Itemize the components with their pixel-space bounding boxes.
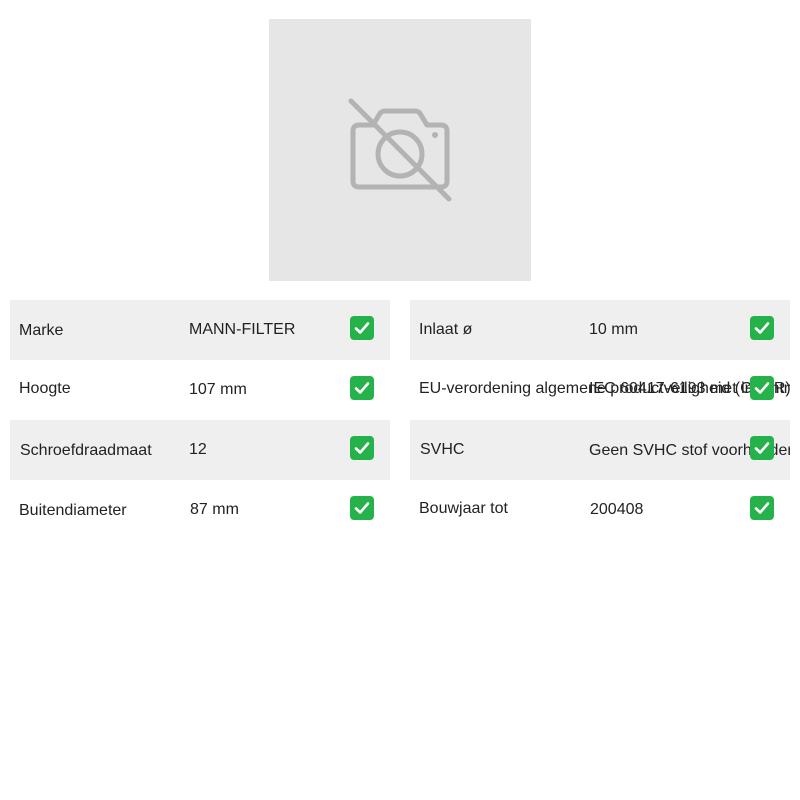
check-icon (750, 376, 774, 400)
spec-row: EU-verordening algemene productveilighei… (410, 360, 790, 420)
spec-table-right: Inlaat ø 10 mm EU-verordening algemene p… (410, 300, 790, 540)
spec-row: Marke MANN-FILTER (10, 300, 390, 360)
spec-label: Hoogte (19, 380, 71, 397)
check-icon (750, 436, 774, 460)
check-icon (350, 376, 374, 400)
spec-value: 10 mm (589, 321, 638, 338)
check-icon (750, 316, 774, 340)
spec-table-left: Marke MANN-FILTER Hoogte 107 mm Schroefd… (10, 300, 390, 540)
spec-label: Inlaat ø (419, 321, 473, 338)
check-icon (350, 436, 374, 460)
spec-label: SVHC (420, 441, 465, 458)
spec-value: MANN-FILTER (189, 321, 296, 338)
spec-value: 107 mm (189, 381, 247, 398)
check-icon (750, 496, 774, 520)
spec-label: Marke (19, 322, 64, 339)
spec-value: 200408 (590, 501, 644, 518)
spec-value: 12 (189, 441, 207, 458)
check-icon (350, 496, 374, 520)
product-image-placeholder (269, 19, 531, 281)
no-photo-icon (348, 98, 452, 202)
check-icon (350, 316, 374, 340)
spec-row: Schroefdraadmaat 12 (10, 420, 390, 480)
spec-label: Buitendiameter (19, 502, 127, 519)
spec-label: Schroefdraadmaat (20, 442, 152, 459)
spec-value: 87 mm (190, 501, 239, 518)
spec-row: SVHC Geen SVHC stof voorhanden (410, 420, 790, 480)
spec-row: Buitendiameter 87 mm (10, 480, 390, 540)
spec-label: Bouwjaar tot (419, 500, 508, 517)
page: Marke MANN-FILTER Hoogte 107 mm Schroefd… (0, 0, 800, 800)
spec-row: Hoogte 107 mm (10, 360, 390, 420)
spec-row: Bouwjaar tot 200408 (410, 480, 790, 540)
spec-row: Inlaat ø 10 mm (410, 300, 790, 360)
